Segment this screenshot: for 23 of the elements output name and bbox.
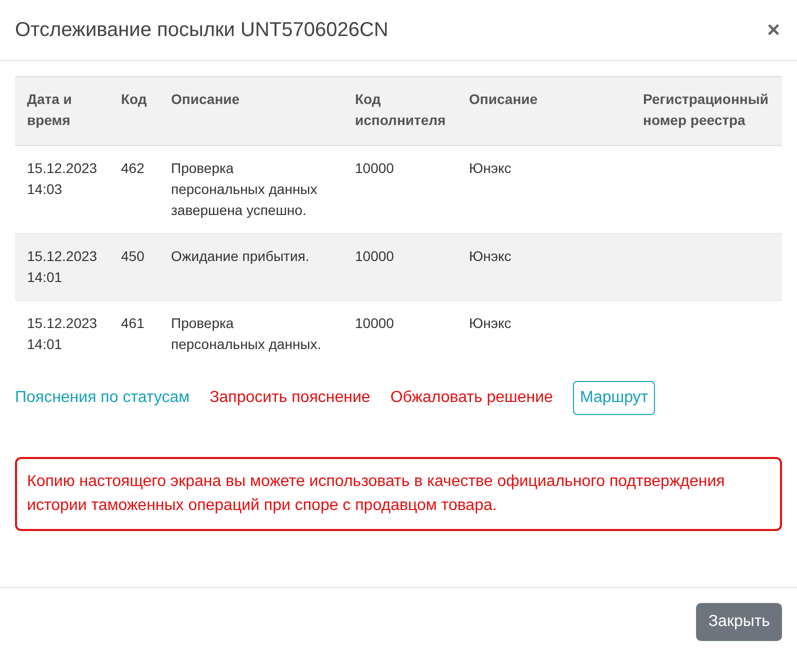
- table-cell: 10000: [343, 234, 457, 300]
- column-header: Регистрационный номер реестра: [631, 76, 782, 146]
- column-header: Код исполнителя: [343, 76, 457, 146]
- table-cell: Юнэкс: [457, 300, 631, 367]
- route-button[interactable]: Маршрут: [572, 381, 656, 415]
- action-link[interactable]: Обжаловать решение: [390, 389, 553, 407]
- table-cell: 461: [109, 300, 159, 367]
- column-header: Описание: [159, 76, 343, 146]
- column-header: Дата и время: [15, 76, 109, 146]
- table-cell: 450: [109, 234, 159, 300]
- column-header: Код: [109, 76, 159, 146]
- close-button[interactable]: Закрыть: [696, 603, 782, 641]
- column-header: Описание: [457, 76, 631, 146]
- modal-title: Отслеживание посылки UNT5706026CN: [15, 18, 388, 42]
- table-cell: 15.12.2023 14:01: [15, 234, 109, 300]
- warning-alert: Копию настоящего экрана вы можете использовать в качестве официального подтверждения истории таможенных операций при споре с продавцом товара.: [15, 457, 782, 531]
- table-cell: Юнэкс: [457, 234, 631, 300]
- action-link[interactable]: Запросить пояснение: [210, 389, 370, 407]
- table-cell: 10000: [343, 300, 457, 367]
- table-cell: Ожидание прибытия.: [159, 234, 343, 300]
- action-link[interactable]: Пояснения по статусам: [15, 389, 190, 407]
- table-cell: Проверка персональных данных.: [159, 300, 343, 367]
- table-cell: 15.12.2023 14:01: [15, 300, 109, 367]
